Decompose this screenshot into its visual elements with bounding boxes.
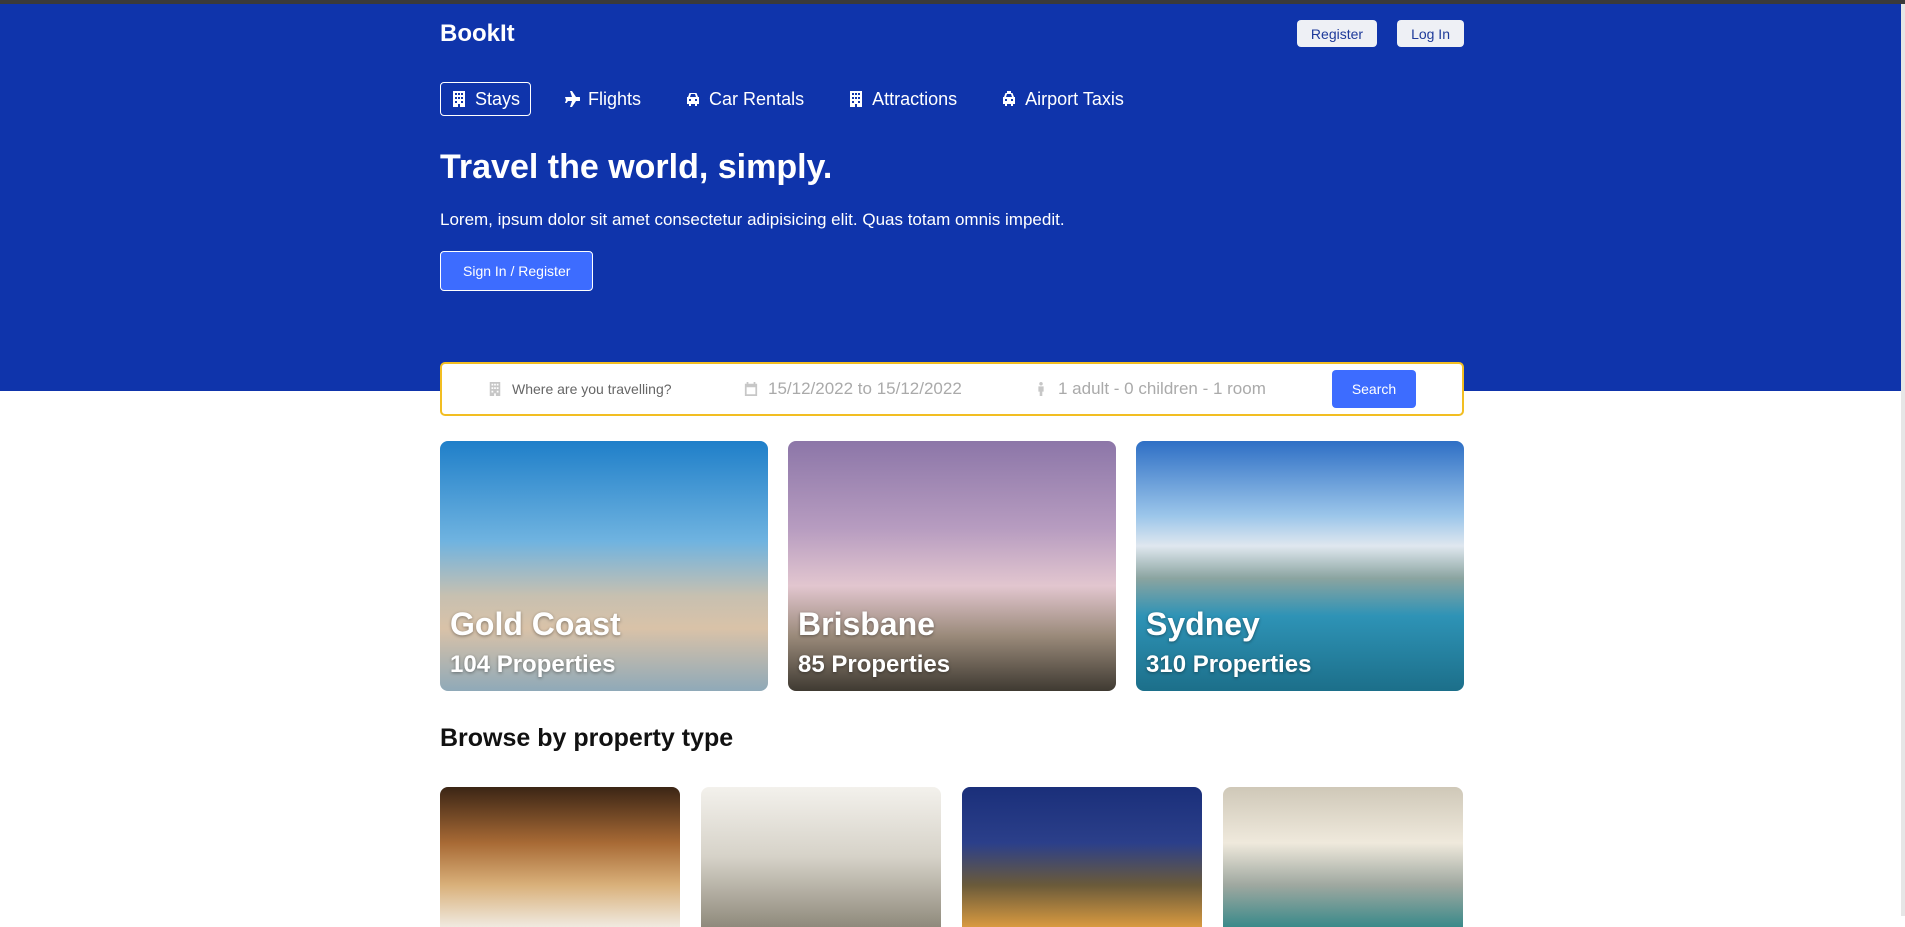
date-range: 15/12/2022 to 15/12/2022 <box>768 379 962 398</box>
date-picker[interactable]: 15/12/2022 to 15/12/2022 <box>744 379 1034 399</box>
property-type-card[interactable] <box>440 787 680 927</box>
city-card[interactable]: Sydney 310 Properties <box>1136 441 1464 691</box>
tab-label: Car Rentals <box>709 88 805 109</box>
person-icon <box>1038 382 1044 396</box>
scrollbar[interactable] <box>1901 4 1905 916</box>
property-type-card[interactable] <box>1223 787 1463 927</box>
tab-label: Stays <box>475 88 521 109</box>
nav-tabs: Stays Flights Car Rentals Attractions Ai… <box>440 82 1464 116</box>
destination-input[interactable] <box>512 381 672 397</box>
register-button[interactable]: Register <box>1296 20 1378 47</box>
building-icon <box>453 91 465 107</box>
search-button[interactable]: Search <box>1332 370 1416 408</box>
hero-subtitle: Lorem, ipsum dolor sit amet consectetur … <box>440 210 1065 229</box>
tab-car-rentals[interactable]: Car Rentals <box>674 82 815 116</box>
tab-flights[interactable]: Flights <box>553 82 652 116</box>
tab-label: Flights <box>588 88 642 109</box>
city-properties: 310 Properties <box>1146 651 1312 678</box>
city-card[interactable]: Brisbane 85 Properties <box>788 441 1116 691</box>
guest-selector[interactable]: 1 adult - 0 children - 1 room <box>1034 379 1266 399</box>
city-name: Sydney <box>1146 606 1260 642</box>
property-type-card[interactable] <box>701 787 941 927</box>
car-icon <box>687 93 700 106</box>
calendar-icon <box>744 382 758 396</box>
tab-attractions[interactable]: Attractions <box>837 82 968 116</box>
tab-label: Airport Taxis <box>1025 88 1124 109</box>
featured-cities: Gold Coast 104 Properties Brisbane 85 Pr… <box>440 441 1464 691</box>
city-name: Gold Coast <box>450 606 621 642</box>
section-title: Browse by property type <box>440 724 734 752</box>
tab-airport-taxis[interactable]: Airport Taxis <box>990 82 1135 116</box>
guest-summary: 1 adult - 0 children - 1 room <box>1058 379 1266 398</box>
plane-icon <box>565 91 581 107</box>
tab-label: Attractions <box>872 88 958 109</box>
building-icon <box>850 91 863 107</box>
property-types <box>440 787 1463 927</box>
property-type-card[interactable] <box>962 787 1202 927</box>
city-properties: 85 Properties <box>798 651 951 678</box>
hero-title: Travel the world, simply. <box>440 148 833 186</box>
login-button[interactable]: Log In <box>1397 20 1464 47</box>
city-properties: 104 Properties <box>450 651 616 678</box>
building-icon <box>489 382 501 396</box>
tab-stays[interactable]: Stays <box>440 82 532 116</box>
search-bar: 15/12/2022 to 15/12/2022 1 adult - 0 chi… <box>440 362 1464 416</box>
hero-banner <box>0 4 1905 391</box>
taxi-icon <box>1003 91 1016 106</box>
sign-in-register-button[interactable]: Sign In / Register <box>440 251 594 291</box>
city-card[interactable]: Gold Coast 104 Properties <box>440 441 768 691</box>
city-name: Brisbane <box>798 606 935 642</box>
